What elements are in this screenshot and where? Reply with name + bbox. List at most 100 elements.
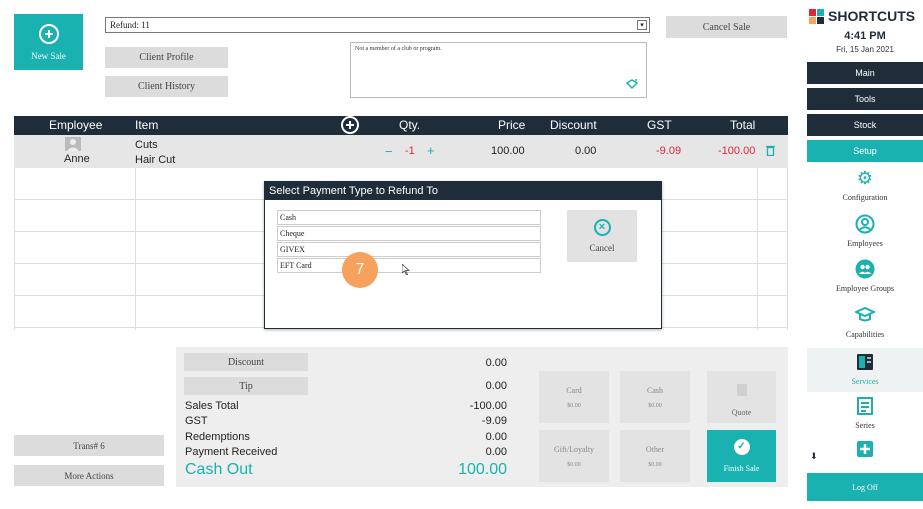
sidebar-item-services[interactable]: Services xyxy=(807,348,923,392)
payment-received-value: 0.00 xyxy=(485,446,507,458)
check-circle-icon: ✓ xyxy=(733,439,750,455)
grid-line xyxy=(787,168,788,330)
sales-total-label: Sales Total xyxy=(185,400,239,412)
row-price: 100.00 xyxy=(491,145,525,157)
plus-circle-icon xyxy=(38,23,59,44)
grid-line xyxy=(14,168,15,330)
sidebar-item-capabilities[interactable]: Capabilities xyxy=(807,305,923,339)
payment-option-cheque[interactable]: Cheque xyxy=(277,226,541,241)
table-row[interactable]: Anne Cuts Hair Cut − -1 + 100.00 0.00 -9… xyxy=(14,135,788,168)
col-gst: GST xyxy=(647,118,672,132)
card-label: Card xyxy=(566,385,582,395)
discount-button[interactable]: Discount xyxy=(184,353,308,371)
modal-cancel-label: Cancel xyxy=(589,243,615,253)
membership-card-icon[interactable] xyxy=(625,79,639,91)
refund-select-value: Refund: 11 xyxy=(110,20,150,30)
sales-total-value: -100.00 xyxy=(469,400,507,412)
redemptions-label: Redemptions xyxy=(185,431,250,443)
row-gst: -9.09 xyxy=(656,145,682,157)
gear-icon: ⚙ xyxy=(856,168,874,188)
clock-date: Fri, 15 Jan 2021 xyxy=(836,45,894,54)
items-table-header: Employee Item Qty. Price Discount GST To… xyxy=(14,116,788,135)
card-amount: $0.00 xyxy=(567,402,581,409)
sidebar-item-label: Series xyxy=(855,421,875,430)
book-icon xyxy=(855,352,875,372)
log-off-button[interactable]: Log Off xyxy=(807,473,923,501)
club-note: Not a member of a club or program. xyxy=(355,46,442,52)
grid-line xyxy=(135,168,136,330)
other-amount: $0.00 xyxy=(648,461,662,468)
tip-value: 0.00 xyxy=(485,380,507,392)
nav-main[interactable]: Main xyxy=(807,62,923,84)
sidebar-item-employees[interactable]: Employees xyxy=(807,214,923,248)
new-sale-button[interactable]: New Sale xyxy=(14,14,83,70)
step-badge: 7 xyxy=(342,252,378,288)
gst-value: -9.09 xyxy=(481,415,507,427)
cash-amount: $0.00 xyxy=(648,402,662,409)
cash-label: Cash xyxy=(647,385,663,395)
logo-text: SHORTCUTS xyxy=(828,8,916,24)
other-payment-button[interactable]: Other $0.00 xyxy=(620,430,690,482)
sidebar-item-label: Configuration xyxy=(842,193,888,202)
col-discount: Discount xyxy=(550,118,597,132)
row-discount: 0.00 xyxy=(575,145,597,157)
cancel-sale-button[interactable]: Cancel Sale xyxy=(666,16,787,38)
row-item-name: Hair Cut xyxy=(135,154,176,166)
quote-label: Quote xyxy=(731,408,752,417)
col-total: Total xyxy=(730,118,756,132)
graduation-cap-icon xyxy=(853,305,877,325)
users-group-icon xyxy=(855,259,875,279)
club-membership-box: Not a member of a club or program. xyxy=(350,42,647,98)
col-item: Item xyxy=(135,118,159,132)
nav-stock[interactable]: Stock xyxy=(807,114,923,136)
trans-number-button[interactable]: Trans# 6 xyxy=(14,435,164,456)
client-history-button[interactable]: Client History xyxy=(105,76,228,97)
logo-icon xyxy=(809,8,824,24)
cash-out-label: Cash Out xyxy=(185,461,253,478)
finish-sale-button[interactable]: ✓ Finish Sale xyxy=(707,430,776,482)
app-logo: SHORTCUTS xyxy=(809,8,915,24)
cash-out-value: 100.00 xyxy=(458,461,507,478)
modal-title: Select Payment Type to Refund To xyxy=(265,182,661,200)
sidebar-item-label: Employee Groups xyxy=(836,284,894,293)
tip-button[interactable]: Tip xyxy=(184,377,308,395)
card-payment-button[interactable]: Card $0.00 xyxy=(539,371,609,423)
grid-line xyxy=(757,168,758,330)
quote-button[interactable]: Quote xyxy=(707,371,776,423)
add-item-icon[interactable] xyxy=(341,116,359,134)
trash-icon[interactable] xyxy=(766,145,775,159)
list-document-icon xyxy=(855,396,875,416)
gift-amount: $0.00 xyxy=(567,461,581,468)
avatar xyxy=(65,137,81,154)
nav-setup[interactable]: Setup xyxy=(807,140,923,162)
gift-label: Gift/Loyalty xyxy=(554,444,594,454)
qty-minus-button[interactable]: − xyxy=(385,144,393,159)
payment-option-cash[interactable]: Cash xyxy=(277,210,541,225)
nav-tools[interactable]: Tools xyxy=(807,88,923,110)
sidebar-item-employee-groups[interactable]: Employee Groups xyxy=(807,259,923,293)
other-label: Other xyxy=(645,444,665,454)
qty-plus-button[interactable]: + xyxy=(427,143,435,158)
refund-select[interactable]: Refund: 11 ▾ xyxy=(105,17,650,33)
new-sale-label: New Sale xyxy=(31,50,66,61)
scroll-down-arrow-icon[interactable]: ⬇ xyxy=(810,451,818,462)
col-price: Price xyxy=(498,118,526,132)
client-profile-button[interactable]: Client Profile xyxy=(105,47,228,68)
dropdown-arrow-icon[interactable]: ▾ xyxy=(637,20,647,30)
close-circle-icon: × xyxy=(593,219,611,236)
sidebar-item-partial[interactable] xyxy=(807,441,923,459)
cash-payment-button[interactable]: Cash $0.00 xyxy=(620,371,690,423)
row-employee: Anne xyxy=(64,153,90,165)
sidebar-item-series[interactable]: Series xyxy=(807,396,923,430)
redemptions-value: 0.00 xyxy=(485,431,507,443)
modal-cancel-button[interactable]: × Cancel xyxy=(567,210,637,262)
col-employee: Employee xyxy=(49,118,103,132)
payment-option-givex[interactable]: GIVEX xyxy=(277,242,541,257)
finish-sale-label: Finish Sale xyxy=(723,464,760,473)
refund-payment-modal: Select Payment Type to Refund To Cash Ch… xyxy=(264,181,662,329)
clock-time: 4:41 PM xyxy=(844,30,886,42)
sidebar-item-configuration[interactable]: ⚙ Configuration xyxy=(807,168,923,202)
gift-loyalty-button[interactable]: Gift/Loyalty $0.00 xyxy=(539,430,609,482)
more-actions-button[interactable]: More Actions xyxy=(14,465,164,486)
sidebar-item-label: Employees xyxy=(847,239,883,248)
